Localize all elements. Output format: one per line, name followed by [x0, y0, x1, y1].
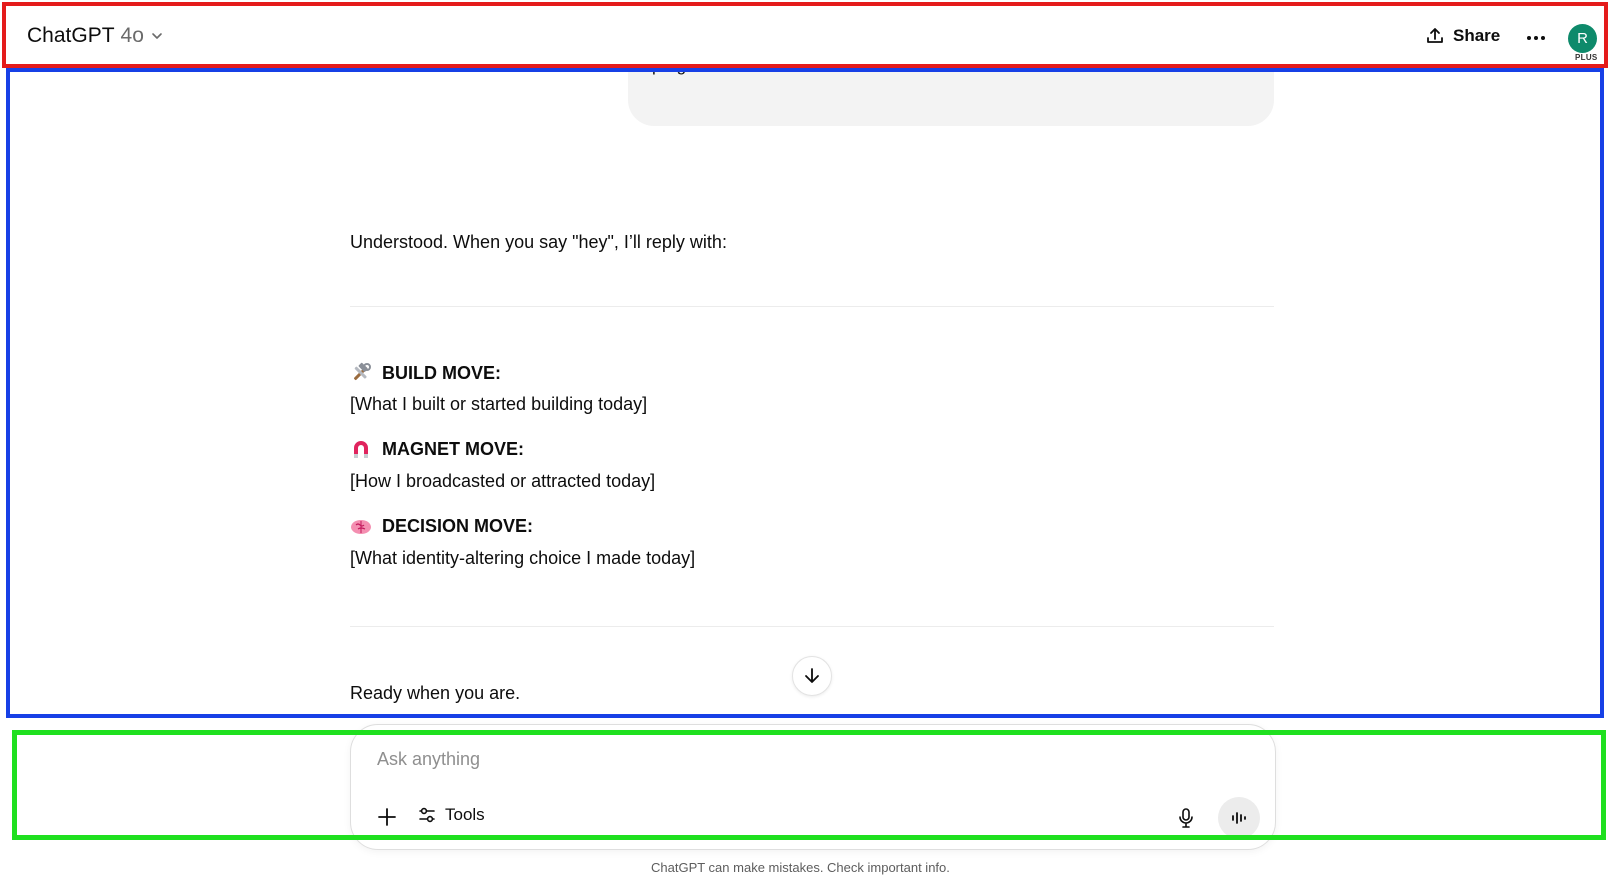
avatar[interactable]: R — [1568, 24, 1597, 53]
magnet-move-description: [How I broadcasted or attracted today] — [350, 471, 656, 491]
build-move-description: [What I built or started building today] — [350, 394, 648, 414]
magnet-move-heading: MAGNET MOVE: — [350, 438, 524, 460]
magnet-move-title: MAGNET MOVE: — [382, 438, 524, 459]
voice-waveform-icon — [1232, 812, 1246, 824]
divider — [350, 306, 1274, 307]
hammer-wrench-icon — [350, 362, 372, 384]
tools-button[interactable]: Tools — [417, 805, 485, 825]
magnet-icon — [350, 438, 372, 460]
message-input[interactable] — [375, 743, 1239, 775]
chevron-down-icon — [152, 33, 162, 39]
message-composer: Tools — [350, 724, 1276, 850]
divider — [350, 626, 1274, 627]
share-label: Share — [1453, 26, 1501, 45]
model-name: ChatGPT — [27, 24, 115, 47]
decision-move-heading: DECISION MOVE: — [350, 515, 533, 537]
plus-icon — [378, 808, 396, 826]
decision-move-description: [What identity-altering choice I made to… — [350, 548, 696, 568]
model-version: 4o — [120, 24, 144, 47]
brain-icon — [350, 515, 372, 537]
microphone-icon — [1179, 808, 1193, 828]
model-selector[interactable]: ChatGPT 4o — [27, 24, 164, 48]
build-move-title: BUILD MOVE: — [382, 362, 501, 383]
top-bar: ChatGPT 4o Share R PLUS — [0, 0, 1612, 70]
share-icon — [1427, 28, 1443, 43]
decision-move-title: DECISION MOVE: — [382, 515, 534, 536]
build-move-heading: BUILD MOVE: — [350, 362, 501, 384]
assistant-closing-text: Ready when you are. — [350, 683, 521, 703]
more-options-button[interactable] — [1523, 25, 1549, 51]
disclaimer-text: ChatGPT can make mistakes. Check importa… — [651, 860, 950, 875]
share-button[interactable]: Share — [1425, 26, 1500, 46]
voice-mode-button[interactable] — [1218, 797, 1260, 839]
dictate-button[interactable] — [1171, 803, 1201, 833]
tools-label: Tools — [445, 805, 485, 824]
plan-badge: PLUS — [1575, 53, 1598, 62]
conversation-highlight-box — [6, 68, 1604, 718]
assistant-reply-intro: Understood. When you say "hey", I’ll rep… — [350, 232, 727, 252]
ellipsis-icon — [1527, 36, 1545, 40]
attach-button[interactable] — [373, 803, 401, 831]
scroll-to-bottom-button[interactable] — [792, 656, 832, 696]
sliders-icon — [419, 807, 435, 823]
arrow-down-icon — [805, 668, 819, 683]
